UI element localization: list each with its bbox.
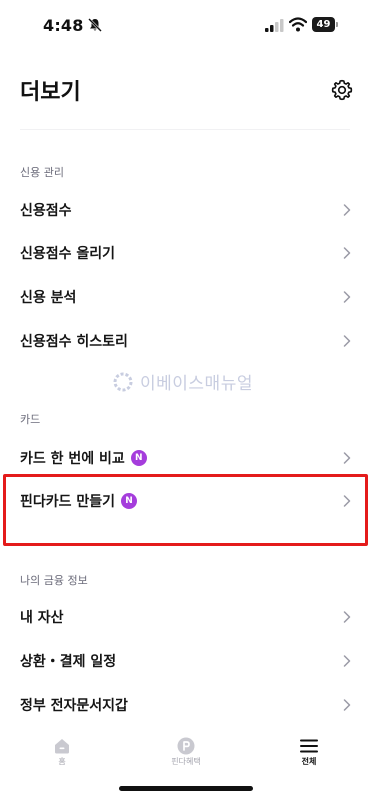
section-title-credit: 신용 관리 [20,166,64,179]
watermark: 이베이스매뉴얼 [112,369,253,394]
menu-item-my-assets[interactable]: 내 자산 [0,597,370,637]
chevron-right-icon [343,452,351,464]
menu-item-repayment-schedule[interactable]: 상환・결제 일정 [0,641,370,681]
gear-icon[interactable] [331,79,353,101]
bell-off-icon [88,18,102,32]
status-bar: 4:48 49 [0,0,370,50]
battery-icon: 49 [312,17,339,32]
tab-label: 핀다혜택 [171,757,201,766]
menu-item-label: 내 자산 [20,610,64,626]
watermark-text: 이베이스매뉴얼 [140,374,253,394]
watermark-logo [113,372,133,391]
page-title: 더보기 [20,80,81,105]
tab-home[interactable]: 홈 [12,728,112,778]
chevron-right-icon [343,655,351,667]
highlight-box [3,474,368,546]
tab-all[interactable]: 전체 [259,728,359,778]
menu-item-raise-credit-score[interactable]: 신용점수 올리기 [0,233,370,273]
menu-item-label: 신용점수 올리기 [20,246,116,262]
chevron-right-icon [343,335,351,347]
home-indicator [119,786,253,791]
menu-item-label: 정부 전자문서지갑 [20,698,128,714]
status-time: 4:48 [43,16,84,35]
signal-icon [265,19,284,32]
section-title-card: 카드 [20,413,41,426]
menu-item-label: 신용 분석 [20,290,77,306]
chevron-right-icon [343,204,351,216]
battery-level: 49 [312,17,335,32]
menu-item-label: 상환・결제 일정 [20,654,117,670]
menu-item-credit-history[interactable]: 신용점수 히스토리 [0,321,370,361]
menu-item-credit-analysis[interactable]: 신용 분석 [0,277,370,317]
chevron-right-icon [343,247,351,259]
new-badge: N [130,450,147,466]
wifi-icon [289,17,307,32]
menu-item-label: 신용점수 히스토리 [20,334,128,350]
menu-item-e-document-wallet[interactable]: 정부 전자문서지갑 [0,685,370,725]
chevron-right-icon [343,611,351,623]
tab-label: 홈 [58,757,66,766]
home-icon [55,739,69,754]
benefit-p-icon [177,737,195,755]
menu-item-compare-cards[interactable]: 카드 한 번에 비교 N [0,438,370,478]
menu-icon [300,739,318,753]
battery-cap [336,22,338,27]
tab-label: 전체 [301,757,317,766]
tab-benefits[interactable]: 핀다혜택 [136,728,236,778]
menu-item-label: 신용점수 [20,203,72,219]
chevron-right-icon [343,291,351,303]
menu-item-label: 카드 한 번에 비교 [20,451,125,467]
section-title-finance: 나의 금융 정보 [20,574,88,587]
header-divider [20,129,350,130]
chevron-right-icon [343,699,351,711]
menu-item-credit-score[interactable]: 신용점수 [0,190,370,230]
